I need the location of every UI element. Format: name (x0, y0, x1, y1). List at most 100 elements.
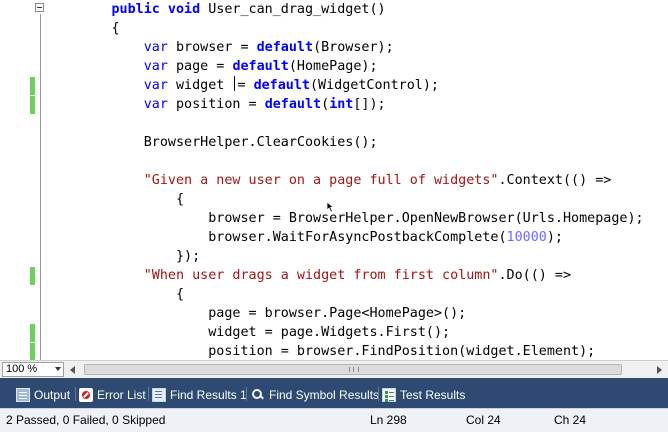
code-line[interactable]: { (47, 19, 668, 38)
scrollbar-thumb[interactable] (84, 364, 622, 375)
editor-bottom-bar: 100 % (0, 360, 668, 378)
code-line[interactable]: var browser = default(Browser); (47, 38, 668, 57)
code-token: browser = BrowserHelper.OpenNewBrowser(U… (111, 211, 644, 226)
code-token: int (329, 97, 354, 112)
code-token: default (264, 97, 322, 112)
code-line[interactable]: widget = page.Widgets.First(); (47, 323, 668, 342)
code-token: page = (167, 59, 233, 74)
code-line[interactable]: BrowserHelper.ClearCookies(); (47, 133, 668, 152)
code-token: page = browser.Page<HomePage>(); (111, 306, 467, 321)
code-token: { (111, 287, 185, 302)
tab-divider (75, 387, 76, 401)
zoom-dropdown[interactable]: 100 % (2, 362, 64, 377)
code-token: position = (167, 97, 265, 112)
code-line[interactable]: "Given a new user on a page full of widg… (47, 171, 668, 190)
output-icon (16, 387, 30, 402)
code-token: widget (167, 78, 233, 93)
code-token: }); (111, 249, 201, 264)
code-token: browser.WaitForAsyncPostbackComplete( (111, 230, 507, 245)
code-editor[interactable]: public void User_can_drag_widget() { var… (0, 0, 668, 360)
changed-line-bar (30, 343, 35, 360)
code-token: ( (321, 97, 330, 112)
code-token: browser = (167, 40, 257, 55)
code-token: = (237, 78, 254, 93)
tab-divider (378, 387, 379, 401)
tab-find-results-1[interactable]: Find Results 1 (152, 386, 247, 403)
chevron-down-icon (55, 367, 61, 371)
status-character-number: Ch 24 (554, 413, 587, 427)
code-token: (HomePage); (288, 59, 378, 74)
code-line[interactable]: { (47, 285, 668, 304)
test-results-icon (382, 387, 396, 402)
code-token: "When user drags a widget from first col… (143, 268, 499, 283)
code-line[interactable]: { (47, 190, 668, 209)
code-token: var (143, 59, 168, 74)
scroll-left-arrow-icon[interactable] (66, 362, 80, 377)
code-line[interactable]: var page = default(HomePage); (47, 57, 668, 76)
code-token: position = browser.FindPosition(widget.E… (111, 344, 596, 359)
code-line[interactable]: position = browser.FindPosition(widget.E… (47, 342, 668, 360)
code-line[interactable]: }); (47, 247, 668, 266)
code-line[interactable]: public void User_can_drag_widget() (47, 0, 668, 19)
code-token: ); (546, 230, 563, 245)
indicator-margin[interactable] (0, 0, 19, 360)
code-text-area[interactable]: public void User_can_drag_widget() { var… (47, 0, 668, 360)
scroll-right-arrow-icon[interactable] (652, 362, 666, 377)
tab-label: Find Results 1 (170, 387, 247, 402)
tab-find-symbol-results[interactable]: Find Symbol Results (251, 386, 379, 403)
code-token: .Do(() => (498, 268, 572, 283)
code-token: (WidgetControl); (310, 78, 439, 93)
error-list-icon (79, 387, 93, 402)
status-message: 2 Passed, 0 Failed, 0 Skipped (6, 413, 166, 427)
code-token: 10000 (506, 230, 547, 245)
tab-error-list[interactable]: Error List (79, 386, 146, 403)
code-line[interactable] (47, 114, 668, 133)
grip-icon (349, 367, 359, 372)
tab-output[interactable]: Output (16, 386, 70, 403)
horizontal-scrollbar[interactable] (82, 363, 652, 376)
code-line[interactable]: var widget = default(WidgetControl); (47, 76, 668, 95)
tab-label: Error List (97, 387, 146, 402)
tab-label: Find Symbol Results (269, 387, 380, 402)
tab-test-results[interactable]: Test Results (382, 386, 465, 403)
changed-line-bar (30, 324, 35, 342)
text-caret (234, 76, 236, 91)
code-line[interactable]: "When user drags a widget from first col… (47, 266, 668, 285)
tab-label: Output (34, 387, 71, 402)
outlining-guide-line (40, 14, 41, 360)
code-token: widget = page.Widgets.First(); (111, 325, 451, 340)
code-line[interactable] (47, 152, 668, 171)
tab-label: Test Results (400, 387, 466, 402)
code-token: User_can_drag_widget() (208, 2, 386, 17)
collapse-region-icon[interactable] (35, 3, 44, 12)
code-line[interactable]: browser.WaitForAsyncPostbackComplete(100… (47, 228, 668, 247)
tool-window-tabs: Output Error List Find Results 1 Find Sy… (0, 378, 668, 408)
code-line[interactable]: browser = BrowserHelper.OpenNewBrowser(U… (47, 209, 668, 228)
code-line[interactable]: page = browser.Page<HomePage>(); (47, 304, 668, 323)
code-line[interactable]: var position = default(int[]); (47, 95, 668, 114)
status-line-number: Ln 298 (370, 413, 407, 427)
find-symbol-icon (251, 388, 265, 402)
find-results-icon (152, 387, 166, 402)
tab-divider (246, 387, 247, 401)
